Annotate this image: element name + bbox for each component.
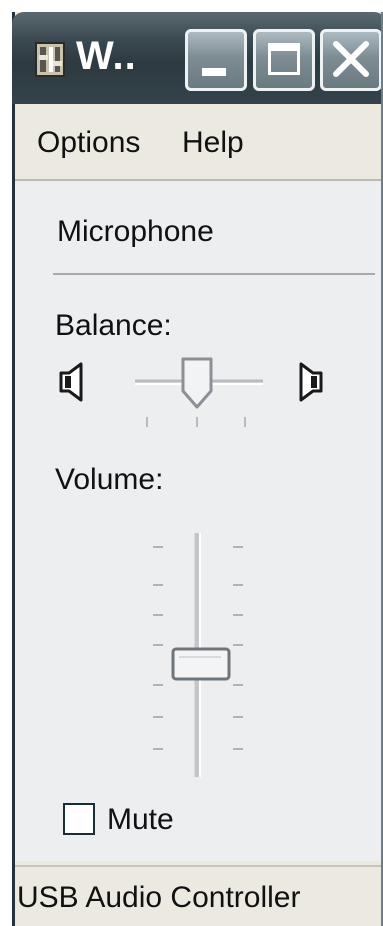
balance-label: Balance: — [55, 309, 172, 342]
volume-thumb — [171, 647, 231, 681]
minimize-icon — [202, 68, 226, 76]
menu-bar: Options Help — [15, 104, 383, 179]
speaker-right-icon — [299, 362, 323, 402]
mute-label[interactable]: Mute — [107, 803, 174, 837]
balance-thumb — [181, 357, 213, 409]
status-bar: USB Audio Controller — [15, 865, 383, 926]
window-title: W.. — [76, 34, 137, 78]
device-panel: Microphone Balance: Volume: Mute — [15, 181, 383, 861]
title-bar[interactable]: W.. — [12, 12, 383, 104]
close-icon — [333, 41, 369, 77]
close-button[interactable] — [320, 29, 382, 91]
menu-help[interactable]: Help — [182, 126, 244, 160]
maximize-button[interactable] — [253, 29, 315, 91]
speaker-left-icon — [59, 362, 83, 402]
status-text: USB Audio Controller — [17, 881, 301, 914]
menu-options[interactable]: Options — [37, 126, 140, 160]
mute-checkbox[interactable] — [63, 803, 95, 835]
balance-slider[interactable] — [127, 353, 267, 433]
panel-separator — [53, 273, 375, 275]
mixer-window: W.. Options Help Microphone Balance: Vol… — [12, 12, 383, 926]
maximize-icon — [268, 43, 300, 75]
device-name: Microphone — [57, 215, 214, 248]
volume-slider[interactable] — [125, 521, 265, 791]
app-icon — [35, 42, 65, 77]
minimize-button[interactable] — [185, 29, 247, 91]
volume-label: Volume: — [55, 463, 164, 496]
